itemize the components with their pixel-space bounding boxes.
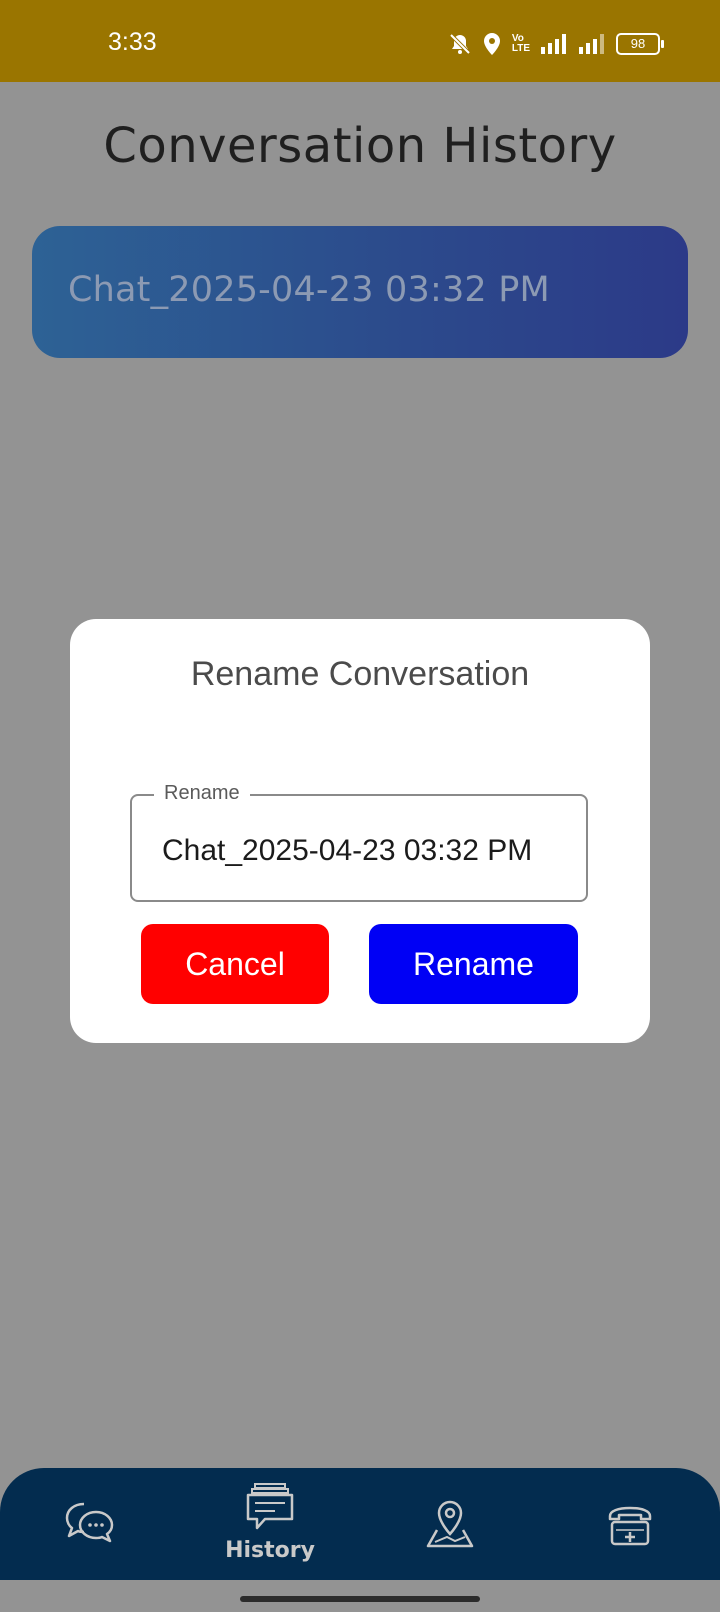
nav-item-chat[interactable] xyxy=(30,1468,150,1580)
signal-icon xyxy=(578,33,606,55)
nav-item-history[interactable]: History xyxy=(210,1468,330,1580)
dialog-title: Rename Conversation xyxy=(190,655,530,693)
conversation-item-label: Chat_2025-04-23 03:32 PM xyxy=(68,270,550,310)
cancel-button[interactable]: Cancel xyxy=(141,924,329,1004)
map-pin-icon xyxy=(426,1500,474,1548)
signal-icon xyxy=(540,33,568,55)
history-icon xyxy=(246,1483,294,1530)
rename-field-label: Rename xyxy=(154,782,250,805)
nav-item-map[interactable] xyxy=(390,1468,510,1580)
page-title: Conversation History xyxy=(103,118,617,174)
emergency-phone-icon xyxy=(608,1506,652,1546)
status-bar: 3:33 Vo LTE 98 xyxy=(0,0,720,82)
status-time: 3:33 xyxy=(108,28,157,56)
nav-label-history: History xyxy=(225,1538,315,1563)
rename-field[interactable]: Rename Chat_2025-04-23 03:32 PM xyxy=(130,782,588,902)
bell-off-icon xyxy=(448,32,472,56)
home-indicator[interactable] xyxy=(240,1596,480,1602)
rename-button[interactable]: Rename xyxy=(369,924,578,1004)
rename-dialog: Rename Conversation Rename Chat_2025-04-… xyxy=(70,619,650,1043)
battery-icon: 98 xyxy=(616,33,664,55)
conversation-item[interactable]: Chat_2025-04-23 03:32 PM xyxy=(32,226,688,358)
volte-icon: Vo LTE xyxy=(511,33,530,54)
status-icons: Vo LTE 98 xyxy=(448,30,664,58)
rename-field-value[interactable]: Chat_2025-04-23 03:32 PM xyxy=(162,834,532,868)
bottom-nav: History xyxy=(0,1468,720,1580)
nav-item-emergency[interactable] xyxy=(570,1468,690,1580)
chat-bubbles-icon xyxy=(65,1502,114,1543)
location-icon xyxy=(482,32,502,56)
